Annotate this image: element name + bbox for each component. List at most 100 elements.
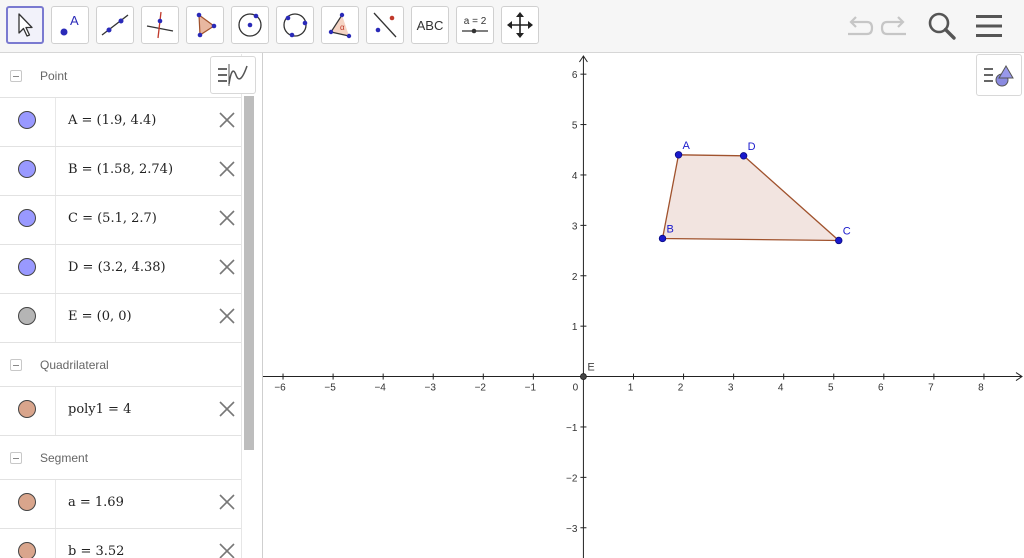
visibility-toggle-icon[interactable] [18, 111, 36, 129]
algebra-item-text[interactable]: E = (0, 0) [68, 309, 132, 324]
circle-three-points-icon [283, 13, 308, 38]
collapse-icon[interactable] [10, 359, 22, 371]
algebra-item-d[interactable]: D = (3.2, 4.38) [0, 245, 241, 294]
y-tick-label: −3 [566, 524, 578, 535]
point-b [658, 234, 667, 243]
point-tool-label: A [70, 13, 79, 28]
algebra-item-poly1[interactable]: poly1 = 4 [0, 387, 241, 436]
visibility-cell[interactable] [0, 147, 56, 195]
algebra-item-a[interactable]: A = (1.9, 4.4) [0, 98, 241, 147]
algebra-item-text[interactable]: B = (1.58, 2.74) [68, 162, 173, 177]
x-tick-label: −4 [374, 383, 386, 394]
text-tool[interactable]: ABC [411, 6, 449, 44]
toolbar: A α ABC a = 2 [0, 0, 1024, 53]
move-graphics-view-tool[interactable] [501, 6, 539, 44]
line-tool[interactable] [96, 6, 134, 44]
move-tool[interactable] [6, 6, 44, 44]
x-tick-label: −1 [525, 383, 537, 394]
algebra-scrollbar[interactable] [241, 54, 256, 558]
delete-icon[interactable] [216, 207, 238, 229]
delete-icon[interactable] [216, 305, 238, 327]
delete-icon[interactable] [216, 109, 238, 131]
collapse-icon[interactable] [10, 452, 22, 464]
graphics-view[interactable]: −6 −5 −4 −3 −2 −1 0 1 2 3 4 5 6 7 8 6 5 4 3 2 1 −1 −2 −3 A B C D E [263, 54, 1024, 558]
point-icon: A [60, 13, 79, 36]
delete-icon[interactable] [216, 158, 238, 180]
group-header-quadrilateral[interactable]: Quadrilateral [0, 343, 241, 387]
algebra-item-c[interactable]: C = (5.1, 2.7) [0, 196, 241, 245]
main-menu-button[interactable] [972, 9, 1006, 43]
visibility-toggle-icon[interactable] [18, 307, 36, 325]
visibility-cell[interactable] [0, 529, 56, 558]
group-header-point[interactable]: Point [0, 54, 241, 98]
visibility-toggle-icon[interactable] [18, 542, 36, 558]
algebra-item-text[interactable]: poly1 = 4 [68, 402, 131, 417]
algebra-item-text[interactable]: a = 1.69 [68, 495, 124, 510]
visibility-toggle-icon[interactable] [18, 400, 36, 418]
point-label-d: D [748, 141, 756, 153]
y-tick-label: 3 [572, 221, 578, 232]
reflect-tool[interactable] [366, 6, 404, 44]
point-tool[interactable]: A [51, 6, 89, 44]
algebra-item-segment-b[interactable]: b = 3.52 [0, 529, 241, 558]
visibility-toggle-icon[interactable] [18, 209, 36, 227]
visibility-toggle-icon[interactable] [18, 258, 36, 276]
scrollbar-thumb[interactable] [244, 96, 254, 450]
slider-tool[interactable]: a = 2 [456, 6, 494, 44]
arrow-cursor-icon [18, 13, 33, 37]
line-icon [101, 14, 129, 36]
visibility-cell[interactable] [0, 294, 56, 342]
x-tick-label: 3 [728, 383, 734, 394]
visibility-cell[interactable] [0, 196, 56, 244]
x-tick-label: 0 [573, 383, 579, 394]
delete-icon[interactable] [216, 540, 238, 558]
visibility-cell[interactable] [0, 245, 56, 293]
visibility-cell[interactable] [0, 480, 56, 528]
point-label-c: C [843, 225, 851, 237]
x-tick-label: −5 [324, 383, 336, 394]
redo-button[interactable] [878, 9, 912, 43]
search-button[interactable] [925, 9, 959, 43]
undo-button[interactable] [842, 9, 876, 43]
graphics-canvas[interactable]: −6 −5 −4 −3 −2 −1 0 1 2 3 4 5 6 7 8 6 5 4 3 2 1 −1 −2 −3 A B C D E [263, 54, 1024, 558]
algebra-item-e[interactable]: E = (0, 0) [0, 294, 241, 343]
circle-three-points-tool[interactable] [276, 6, 314, 44]
algebra-item-text[interactable]: A = (1.9, 4.4) [68, 113, 156, 128]
style-bar-shapes-icon [984, 65, 1014, 87]
point-e [580, 373, 587, 380]
delete-icon[interactable] [216, 398, 238, 420]
angle-tool[interactable]: α [321, 6, 359, 44]
graphics-style-bar-button[interactable] [976, 54, 1022, 96]
x-tick-label: 5 [828, 383, 834, 394]
group-header-segment[interactable]: Segment [0, 436, 241, 480]
y-tick-label: 2 [572, 272, 578, 283]
algebra-item-text[interactable]: C = (5.1, 2.7) [68, 211, 157, 226]
visibility-cell[interactable] [0, 387, 56, 435]
group-label: Quadrilateral [40, 358, 109, 372]
slider-tool-label: a = 2 [463, 15, 487, 27]
x-tick-label: 7 [928, 383, 934, 394]
delete-icon[interactable] [216, 491, 238, 513]
algebra-item-text[interactable]: b = 3.52 [68, 544, 124, 558]
algebra-item-b[interactable]: B = (1.58, 2.74) [0, 147, 241, 196]
quadrilateral-poly1 [661, 154, 841, 242]
algebra-item-text[interactable]: D = (3.2, 4.38) [68, 260, 166, 275]
text-tool-label: ABC [416, 17, 444, 33]
algebra-style-bar-button[interactable] [210, 56, 256, 94]
circle-center-point-tool[interactable] [231, 6, 269, 44]
algebra-view: Point A = (1.9, 4.4) B = (1.58, 2.74) C … [0, 54, 256, 558]
angle-tool-label: α [340, 23, 345, 32]
visibility-cell[interactable] [0, 98, 56, 146]
collapse-icon[interactable] [10, 70, 22, 82]
algebra-item-segment-a[interactable]: a = 1.69 [0, 480, 241, 529]
perpendicular-line-tool[interactable] [141, 6, 179, 44]
x-tick-label: −6 [274, 383, 286, 394]
x-tick-label: 1 [628, 383, 634, 394]
visibility-toggle-icon[interactable] [18, 493, 36, 511]
undo-icon [848, 16, 874, 36]
delete-icon[interactable] [216, 256, 238, 278]
visibility-toggle-icon[interactable] [18, 160, 36, 178]
polygon-tool[interactable] [186, 6, 224, 44]
y-tick-label: −1 [566, 423, 578, 434]
y-tick-label: 6 [572, 70, 578, 81]
